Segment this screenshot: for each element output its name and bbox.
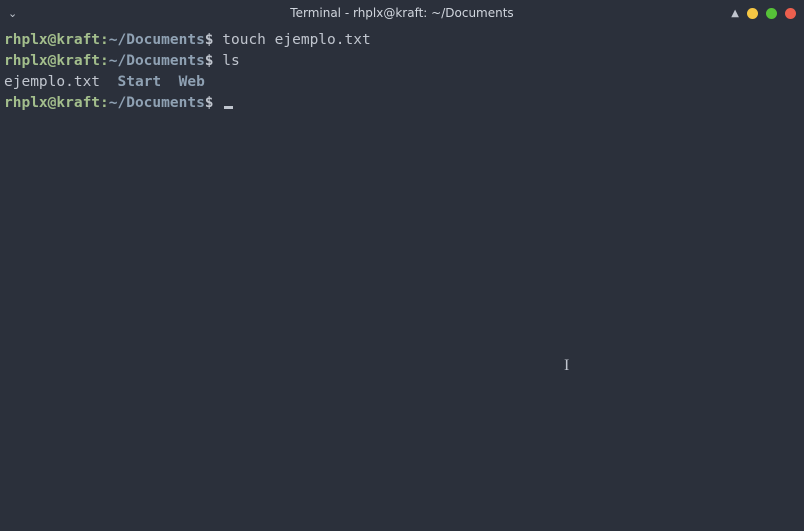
titlebar-right: ▲ [716, 8, 796, 19]
command-text: ls [214, 53, 240, 69]
prompt-user: rhplx@kraft [4, 53, 100, 69]
close-button[interactable] [785, 8, 796, 19]
prompt-path: ~/Documents [109, 95, 205, 111]
prompt-path: ~/Documents [109, 53, 205, 69]
terminal-line: rhplx@kraft:~/Documents$ [4, 93, 800, 114]
cursor-icon [224, 106, 233, 109]
spacer [100, 74, 117, 90]
window-titlebar: ⌄ Terminal - rhplx@kraft: ~/Documents ▲ [0, 0, 804, 26]
terminal-line: ejemplo.txt Start Web [4, 72, 800, 93]
eject-icon[interactable]: ▲ [731, 8, 739, 19]
prompt-user: rhplx@kraft [4, 32, 100, 48]
ls-dir: Start [118, 74, 162, 90]
prompt-user: rhplx@kraft [4, 95, 100, 111]
text-cursor-icon: I [564, 357, 569, 375]
terminal-body[interactable]: rhplx@kraft:~/Documents$ touch ejemplo.t… [0, 26, 804, 118]
maximize-button[interactable] [766, 8, 777, 19]
minimize-button[interactable] [747, 8, 758, 19]
prompt-path: ~/Documents [109, 32, 205, 48]
prompt-symbol: $ [205, 32, 214, 48]
terminal-line: rhplx@kraft:~/Documents$ ls [4, 51, 800, 72]
prompt-sep: : [100, 53, 109, 69]
command-input[interactable] [214, 95, 234, 111]
prompt-symbol: $ [205, 53, 214, 69]
ls-file: ejemplo.txt [4, 74, 100, 90]
prompt-sep: : [100, 32, 109, 48]
prompt-sep: : [100, 95, 109, 111]
cmd2: ls [222, 53, 239, 69]
cmd1: touch ejemplo.txt [222, 32, 370, 48]
window-title: Terminal - rhplx@kraft: ~/Documents [88, 6, 716, 20]
prompt-symbol: $ [205, 95, 214, 111]
menu-chevron-icon[interactable]: ⌄ [8, 7, 17, 20]
titlebar-left: ⌄ [8, 7, 88, 20]
spacer [161, 74, 178, 90]
ls-dir: Web [179, 74, 205, 90]
terminal-line: rhplx@kraft:~/Documents$ touch ejemplo.t… [4, 30, 800, 51]
command-text: touch ejemplo.txt [214, 32, 371, 48]
